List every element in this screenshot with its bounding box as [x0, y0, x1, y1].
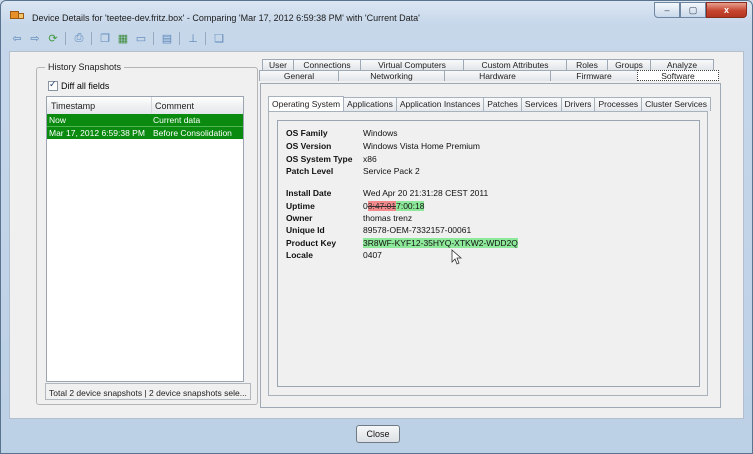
tab-software[interactable]: Software — [637, 70, 719, 81]
diff-all-fields-checkbox[interactable] — [48, 79, 58, 91]
window-icon[interactable]: ❏ — [211, 31, 227, 45]
close-button[interactable]: Close — [356, 425, 400, 443]
tab-user[interactable]: User — [262, 59, 294, 70]
column-divider — [151, 97, 152, 113]
tab-virtual-computers[interactable]: Virtual Computers — [360, 59, 464, 70]
details-icon[interactable]: ▤ — [159, 31, 175, 45]
tab-custom-attributes[interactable]: Custom Attributes — [463, 59, 567, 70]
row-timestamp: Mar 17, 2012 6:59:38 PM — [49, 128, 145, 138]
table-header: Timestamp Comment — [47, 97, 243, 115]
unique-id-value: 89578-OEM-7332157-00061 — [363, 225, 472, 235]
snapshots-status: Total 2 device snapshots | 2 device snap… — [45, 383, 251, 400]
app-icon — [10, 11, 24, 19]
tab-hardware[interactable]: Hardware — [444, 70, 551, 81]
window-controls: – ▢ x — [654, 2, 747, 19]
tab-groups[interactable]: Groups — [607, 59, 651, 70]
row-comment: Before Consolidation — [153, 128, 232, 138]
tab-row-bottom: General Networking Hardware Firmware Sof… — [259, 70, 719, 81]
print-icon[interactable]: ⎙ — [71, 31, 87, 45]
tab-general[interactable]: General — [259, 70, 339, 81]
os-version-label: OS Version — [286, 141, 332, 151]
row-timestamp: Now — [49, 115, 67, 125]
minimize-button[interactable]: – — [654, 2, 680, 18]
subtab-operating-system[interactable]: Operating System — [268, 96, 345, 111]
copy-icon[interactable]: ❐ — [97, 31, 113, 45]
patch-level-value: Service Pack 2 — [363, 166, 420, 176]
table-row[interactable]: Now Current data — [47, 114, 243, 127]
title-bar[interactable]: Device Details for 'teetee-dev.fritz.box… — [1, 1, 752, 25]
os-family-label: OS Family — [286, 128, 328, 138]
window-title: Device Details for 'teetee-dev.fritz.box… — [32, 13, 420, 23]
owner-label: Owner — [286, 213, 313, 223]
refresh-icon[interactable]: ⟳ — [45, 31, 61, 45]
row-comment: Current data — [153, 115, 201, 125]
toolbar-separator — [65, 31, 66, 45]
install-date-value: Wed Apr 20 21:31:28 CEST 2011 — [363, 188, 489, 198]
subtab-processes[interactable]: Processes — [594, 97, 643, 111]
product-key-value: 3R8WF-KYF12-35HYQ-XTKW2-WDD2Q — [363, 238, 518, 248]
product-key-label: Product Key — [286, 238, 337, 248]
tab-roles[interactable]: Roles — [566, 59, 608, 70]
subtab-application-instances[interactable]: Application Instances — [395, 97, 485, 111]
document-icon[interactable]: ▭ — [133, 31, 149, 45]
tab-connections[interactable]: Connections — [293, 59, 361, 70]
tab-row-top: User Connections Virtual Computers Custo… — [262, 59, 714, 70]
snapshots-table[interactable]: Timestamp Comment Now Current data Mar 1… — [46, 96, 244, 382]
uptime-label: Uptime — [286, 201, 315, 211]
diff-all-fields-row[interactable]: Diff all fields — [48, 79, 110, 91]
locale-value: 0407 — [363, 250, 382, 260]
os-type-label: OS System Type — [286, 154, 353, 164]
toolbar-separator — [91, 31, 92, 45]
subtab-applications[interactable]: Applications — [343, 97, 397, 111]
hierarchy-icon[interactable]: ⊥ — [185, 31, 201, 45]
column-timestamp[interactable]: Timestamp — [51, 101, 95, 111]
close-window-button[interactable]: x — [706, 2, 747, 18]
back-icon[interactable]: ⇦ — [9, 31, 25, 45]
toolbar-separator — [153, 31, 154, 45]
owner-value: thomas trenz — [363, 213, 413, 223]
mouse-cursor-icon — [451, 249, 463, 265]
toolbar-separator — [179, 31, 180, 45]
maximize-button[interactable]: ▢ — [680, 2, 706, 18]
os-type-value: x86 — [363, 154, 377, 164]
tab-networking[interactable]: Networking — [338, 70, 445, 81]
locale-label: Locale — [286, 250, 313, 260]
toolbar: ⇦ ⇨ ⟳ ⎙ ❐ ▦ ▭ ▤ ⊥ ❏ — [9, 30, 229, 46]
subtab-cluster-services[interactable]: Cluster Services — [641, 97, 712, 111]
toolbar-separator — [205, 31, 206, 45]
patch-level-label: Patch Level — [286, 166, 334, 176]
export-icon[interactable]: ▦ — [115, 31, 131, 45]
subtab-patches[interactable]: Patches — [483, 97, 522, 111]
software-subtabs: Operating System Applications Applicatio… — [268, 96, 712, 111]
column-comment[interactable]: Comment — [155, 101, 194, 111]
diff-all-fields-label: Diff all fields — [61, 81, 110, 91]
tab-analyze[interactable]: Analyze — [650, 59, 714, 70]
install-date-label: Install Date — [286, 188, 332, 198]
forward-icon[interactable]: ⇨ — [27, 31, 43, 45]
table-row[interactable]: Mar 17, 2012 6:59:38 PM Before Consolida… — [47, 127, 243, 139]
uptime-removed-value: 3:47:01 — [367, 201, 397, 211]
tab-firmware[interactable]: Firmware — [550, 70, 638, 81]
subtab-drivers[interactable]: Drivers — [560, 97, 596, 111]
os-version-value: Windows Vista Home Premium — [363, 141, 480, 151]
uptime-added-value: 7:00:18 — [396, 201, 425, 211]
uptime-value: 03:47:017:00:18 — [363, 201, 425, 211]
os-family-value: Windows — [363, 128, 398, 138]
subtab-services[interactable]: Services — [520, 97, 562, 111]
history-snapshots-title: History Snapshots — [45, 62, 125, 72]
unique-id-label: Unique Id — [286, 225, 325, 235]
